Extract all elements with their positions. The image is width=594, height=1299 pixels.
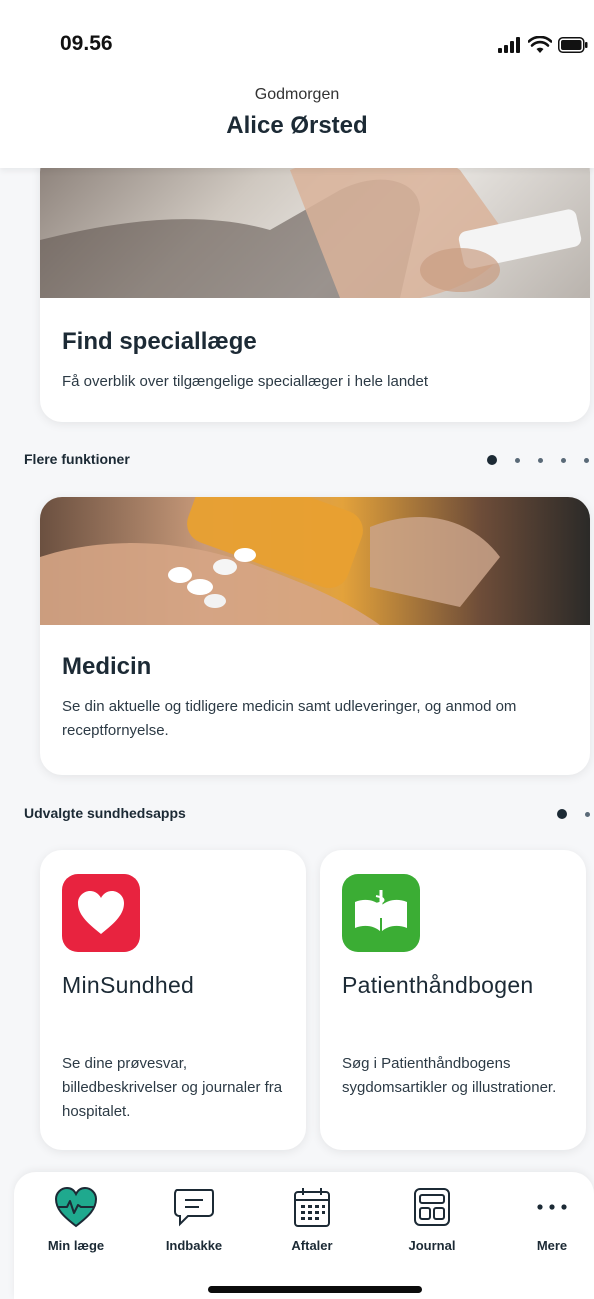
wifi-icon — [528, 36, 552, 53]
tab-label: Aftaler — [291, 1238, 333, 1253]
apps-pager-dot-2[interactable] — [585, 811, 590, 817]
journal-icon — [414, 1188, 450, 1226]
hand-phone-illustration — [40, 151, 582, 298]
medicine-description: Se din aktuelle og tidligere medicin sam… — [62, 698, 517, 739]
app-card-minsundhed[interactable]: MinSundhed Se dine prøvesvar, billedbesk… — [40, 850, 306, 1150]
book-icon — [342, 874, 420, 952]
find-specialist-description: Få overblik over tilgængelige speciallæg… — [62, 373, 429, 390]
user-name: Alice Ørsted — [226, 112, 368, 139]
pills-illustration — [40, 497, 500, 625]
tab-aftaler[interactable]: Aftaler — [262, 1186, 362, 1253]
more-functions-label: Flere funktioner — [24, 451, 130, 467]
tab-label: Indbakke — [165, 1238, 223, 1253]
find-specialist-title: Find speciallæge — [62, 328, 257, 355]
message-icon — [174, 1189, 214, 1227]
tab-mere[interactable]: Mere — [502, 1186, 594, 1253]
selected-apps-pager[interactable] — [557, 809, 590, 819]
tab-label: Mere — [536, 1238, 568, 1253]
apps-pager-dot-1[interactable] — [557, 809, 567, 819]
tab-label: Min læge — [47, 1238, 105, 1253]
pager-dot-1[interactable] — [487, 455, 497, 465]
app-name: MinSundhed — [62, 972, 195, 998]
home-indicator[interactable] — [208, 1286, 422, 1293]
calendar-icon — [294, 1188, 330, 1227]
pager-dot-5[interactable] — [584, 457, 589, 463]
selected-apps-label: Udvalgte sundhedsapps — [24, 805, 186, 821]
status-icons — [498, 36, 588, 54]
heart-pulse-icon — [54, 1186, 98, 1228]
app-card-patienthaandbogen[interactable]: Patienthåndbogen Søg i Patienthåndbogens… — [320, 850, 586, 1150]
pager-dot-2[interactable] — [515, 457, 520, 463]
medicine-title: Medicin — [62, 653, 152, 680]
find-specialist-image — [40, 150, 590, 298]
app-description: Se dine prøvesvar, billedbeskrivelser og… — [62, 1055, 283, 1120]
heart-icon — [62, 874, 140, 952]
find-specialist-card[interactable]: Find speciallæge Få overblik over tilgæn… — [40, 150, 590, 422]
pager-dot-3[interactable] — [538, 457, 543, 463]
more-icon — [537, 1204, 567, 1210]
more-functions-pager[interactable] — [487, 455, 589, 465]
medicine-card[interactable]: Medicin Se din aktuelle og tidligere med… — [40, 497, 590, 775]
tab-label: Journal — [408, 1238, 456, 1253]
tab-journal[interactable]: Journal — [382, 1186, 482, 1253]
tab-min-laege[interactable]: Min læge — [26, 1186, 126, 1253]
signal-icon — [498, 37, 520, 53]
greeting: Godmorgen — [254, 86, 340, 103]
app-description: Søg i Patienthåndbogens sygdomsartikler … — [342, 1055, 557, 1096]
medicine-image — [40, 497, 590, 625]
tab-bar: Min læge Indbakke Aftaler Journal Mere — [14, 1172, 594, 1299]
status-time: 09.56 — [60, 32, 113, 55]
battery-icon — [558, 37, 588, 53]
tab-indbakke[interactable]: Indbakke — [144, 1186, 244, 1253]
app-name: Patienthåndbogen — [342, 972, 534, 998]
top-header: 09.56 Godmorgen Alice Ørsted — [0, 0, 594, 168]
pager-dot-4[interactable] — [561, 457, 566, 463]
